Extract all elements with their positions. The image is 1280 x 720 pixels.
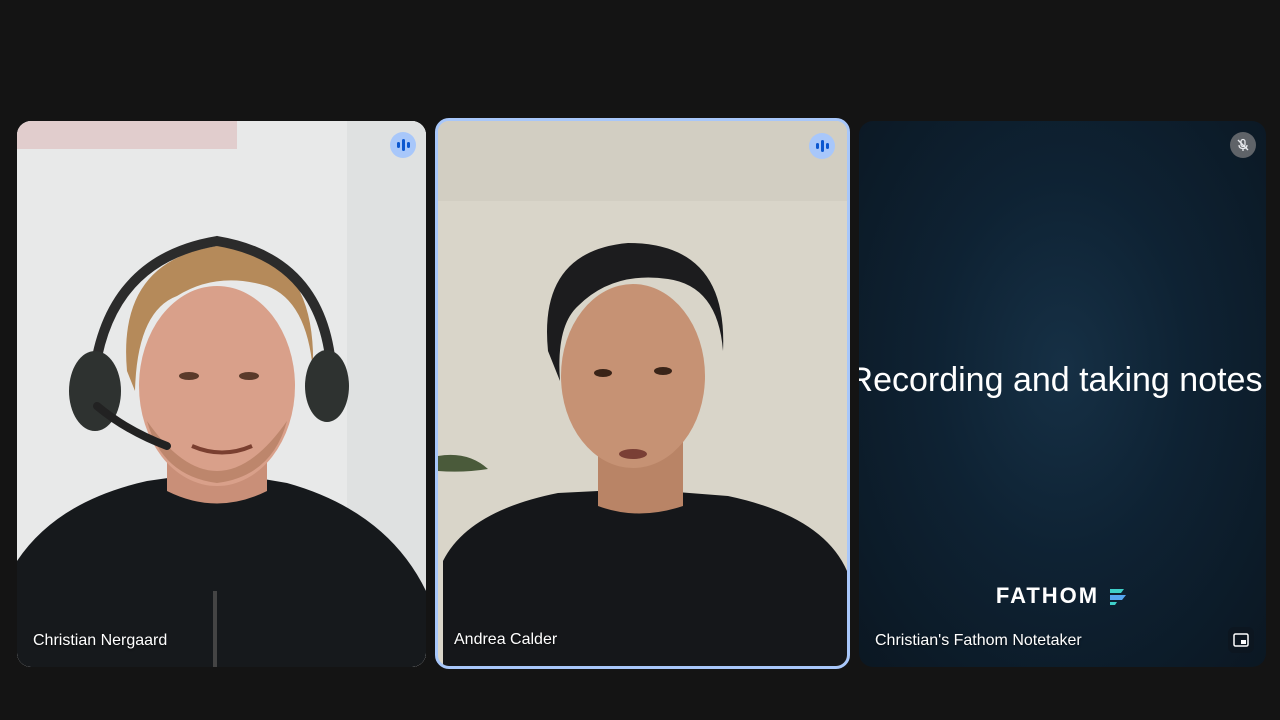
participant-tile-christian[interactable]: Christian Nergaard bbox=[17, 121, 426, 667]
audio-level-icon bbox=[809, 133, 835, 159]
participant-tile-andrea[interactable]: Andrea Calder bbox=[435, 118, 850, 669]
fathom-logo-text: FATHOM bbox=[995, 583, 1100, 608]
mic-off-icon bbox=[1230, 132, 1256, 158]
participant-tile-fathom-notetaker[interactable]: Recording and taking notes FATHOM Christ… bbox=[859, 121, 1266, 667]
fathom-logo: FATHOM bbox=[859, 583, 1266, 609]
participant-video bbox=[438, 121, 847, 666]
audio-level-icon bbox=[390, 132, 416, 158]
meeting-stage: Christian Nergaard Andrea Calder Recordi… bbox=[0, 0, 1280, 720]
picture-in-picture-button[interactable] bbox=[1228, 627, 1254, 653]
participant-video bbox=[17, 121, 426, 667]
recording-caption: Recording and taking notes bbox=[859, 361, 1263, 399]
participant-name: Andrea Calder bbox=[454, 631, 558, 648]
participant-name: Christian Nergaard bbox=[33, 632, 168, 649]
fathom-mark-icon bbox=[1110, 589, 1127, 605]
participant-name: Christian's Fathom Notetaker bbox=[875, 632, 1082, 649]
picture-in-picture-icon bbox=[1233, 633, 1249, 647]
